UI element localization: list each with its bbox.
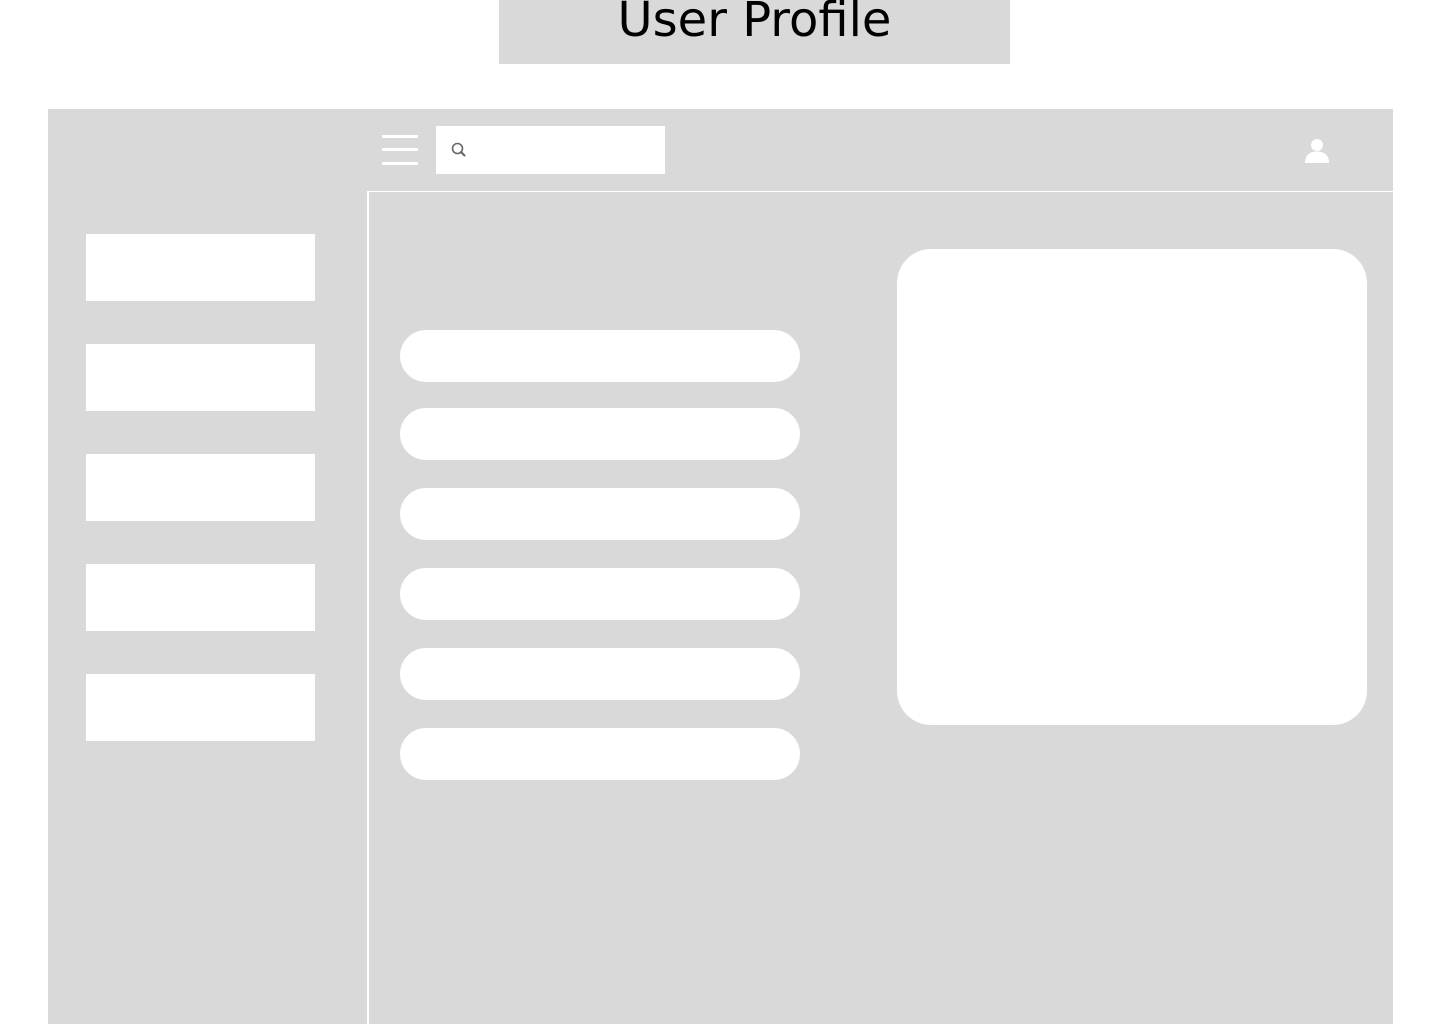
sidebar-item-4[interactable] (86, 564, 315, 631)
profile-card (897, 249, 1367, 725)
profile-field-1[interactable] (400, 330, 800, 382)
search-icon (451, 142, 466, 157)
sidebar-divider (367, 191, 369, 1024)
search-box[interactable] (436, 126, 665, 176)
app-frame (48, 109, 1393, 1024)
profile-field-2[interactable] (400, 408, 800, 460)
sidebar (48, 109, 367, 1024)
page-title: User Profile (617, 0, 892, 48)
top-header (368, 109, 1393, 191)
search-input[interactable] (476, 126, 660, 176)
sidebar-item-3[interactable] (86, 454, 315, 521)
sidebar-item-5[interactable] (86, 674, 315, 741)
profile-field-4[interactable] (400, 568, 800, 620)
profile-field-6[interactable] (400, 728, 800, 780)
profile-field-3[interactable] (400, 488, 800, 540)
sidebar-item-2[interactable] (86, 344, 315, 411)
user-icon[interactable] (1302, 135, 1332, 165)
header-divider (368, 191, 1393, 192)
profile-field-5[interactable] (400, 648, 800, 700)
page-title-bar: User Profile (499, 0, 1010, 64)
hamburger-menu-icon[interactable] (382, 135, 418, 165)
user-avatar-icon (1305, 139, 1329, 163)
sidebar-item-1[interactable] (86, 234, 315, 301)
